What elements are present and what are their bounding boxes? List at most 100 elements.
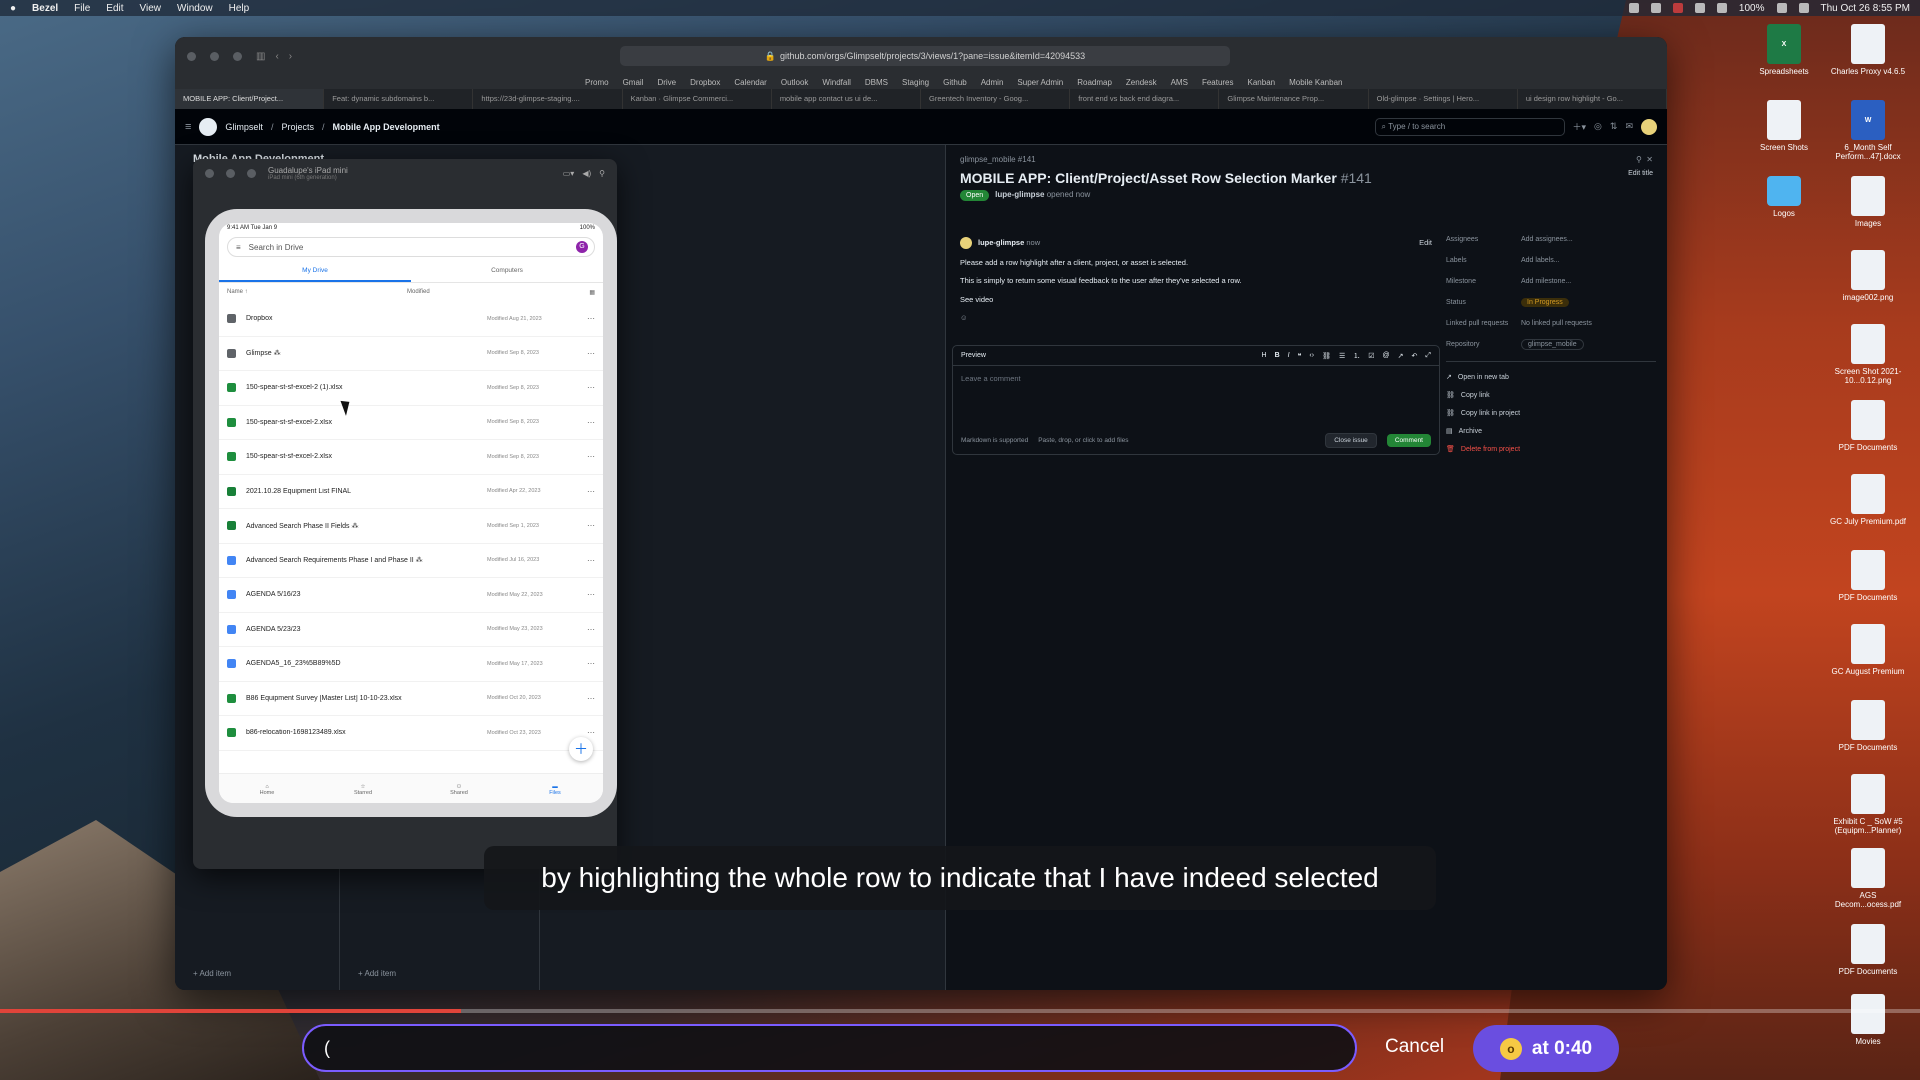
browser-tab[interactable]: front end vs back end diagra... bbox=[1070, 89, 1220, 109]
more-options-icon[interactable]: ⋯ bbox=[583, 349, 595, 358]
sidebar-labels[interactable]: Labels Add labels... bbox=[1446, 250, 1656, 271]
menu-view[interactable]: View bbox=[140, 3, 162, 14]
more-options-icon[interactable]: ⋯ bbox=[583, 521, 595, 530]
delete-from-project[interactable]: 🗑 Delete from project bbox=[1446, 440, 1656, 458]
desktop-item[interactable]: PDF Documents bbox=[1828, 924, 1908, 976]
desktop-item[interactable]: Logos bbox=[1744, 176, 1824, 218]
bookmark-item[interactable]: Calendar bbox=[734, 78, 766, 87]
more-options-icon[interactable]: ⋯ bbox=[583, 659, 595, 668]
nav-home[interactable]: ⌂ Home bbox=[219, 774, 315, 803]
desktop-item[interactable]: image002.png bbox=[1828, 250, 1908, 302]
copy-link-in-project[interactable]: ⛓ Copy link in project bbox=[1446, 404, 1656, 422]
bookmark-item[interactable]: Super Admin bbox=[1017, 78, 1063, 87]
more-options-icon[interactable]: ⋯ bbox=[583, 383, 595, 392]
reference-icon[interactable]: ↗ bbox=[1398, 352, 1404, 360]
copy-link[interactable]: ⛓ Copy link bbox=[1446, 386, 1656, 404]
list-item[interactable]: 150-spear-st-sf-excel-2 (1).xlsx Modified… bbox=[219, 371, 603, 406]
comment-text-input[interactable]: ( bbox=[302, 1024, 1357, 1072]
numbered-list-icon[interactable]: ⒈ bbox=[1353, 351, 1360, 361]
list-item[interactable]: b86-relocation-1698123489.xlsx Modified O… bbox=[219, 716, 603, 751]
list-item[interactable]: Advanced Search Phase II Fields ⁂ Modifie… bbox=[219, 509, 603, 544]
bookmark-item[interactable]: Kanban bbox=[1248, 78, 1276, 87]
volume-icon[interactable]: ◀) bbox=[582, 169, 591, 178]
browser-tab[interactable]: Glimpse Maintenance Prop... bbox=[1219, 89, 1369, 109]
browser-tab[interactable]: https://23d-glimpse-staging.... bbox=[473, 89, 623, 109]
mention-icon[interactable]: @ bbox=[1383, 352, 1390, 359]
see-video-link[interactable]: See video bbox=[960, 294, 1432, 305]
list-item[interactable]: AGENDA 5/23/23 Modified May 23, 2023 ⋯ bbox=[219, 613, 603, 647]
display-icon[interactable]: ▭▾ bbox=[563, 169, 575, 178]
sidebar-milestone[interactable]: Milestone Add milestone... bbox=[1446, 271, 1656, 292]
desktop-item[interactable]: Movies bbox=[1828, 994, 1908, 1046]
github-logo-icon[interactable] bbox=[199, 117, 218, 136]
more-options-icon[interactable]: ⋯ bbox=[583, 452, 595, 461]
bookmark-item[interactable]: Zendesk bbox=[1126, 78, 1157, 87]
sidebar-assignees[interactable]: Assignees Add assignees... bbox=[1446, 229, 1656, 250]
more-options-icon[interactable]: ⋯ bbox=[583, 418, 595, 427]
code-icon[interactable]: ‹› bbox=[1309, 352, 1314, 359]
menu-window[interactable]: Window bbox=[177, 3, 213, 14]
apple-icon[interactable]: ● bbox=[10, 3, 16, 14]
issue-author[interactable]: lupe-glimpse bbox=[995, 190, 1044, 199]
repo-reference[interactable]: glimpse_mobile #141 bbox=[960, 155, 1036, 164]
desktop-item[interactable]: GC July Premium.pdf bbox=[1828, 474, 1908, 526]
pin-icon[interactable]: ⚲ bbox=[599, 169, 605, 178]
sidebar-toggle-icon[interactable]: ▥ bbox=[256, 51, 265, 62]
heading-icon[interactable]: H bbox=[1262, 352, 1267, 359]
list-icon[interactable]: ☰ bbox=[1339, 352, 1345, 360]
ipad-mirror-window[interactable]: Guadalupe's iPad mini iPad mini (6th gene… bbox=[193, 159, 617, 869]
github-search[interactable]: ⌕ Type / to search bbox=[1374, 117, 1565, 136]
pin-icon[interactable]: ⚲ bbox=[1636, 155, 1642, 164]
bookmark-item[interactable]: Promo bbox=[585, 78, 609, 87]
close-issue-button[interactable]: Close issue bbox=[1325, 433, 1377, 448]
wifi-icon[interactable] bbox=[1776, 3, 1787, 13]
bookmark-item[interactable]: Features bbox=[1202, 78, 1234, 87]
desktop-item[interactable]: AGS Decom...ocess.pdf bbox=[1828, 848, 1908, 909]
browser-tab[interactable]: mobile app contact us ui de... bbox=[772, 89, 922, 109]
back-icon[interactable]: ‹ bbox=[275, 51, 278, 62]
desktop-item[interactable]: PDF Documents bbox=[1828, 700, 1908, 752]
sidebar-status[interactable]: Status In Progress bbox=[1446, 292, 1656, 313]
zoom-window-icon[interactable] bbox=[233, 51, 242, 61]
archive[interactable]: ▤ Archive bbox=[1446, 422, 1656, 440]
bookmark-item[interactable]: Dropbox bbox=[690, 78, 720, 87]
add-item-button[interactable]: + Add item bbox=[358, 969, 396, 978]
sidebar-repository[interactable]: Repository glimpse_mobile bbox=[1446, 334, 1656, 355]
tab-my-drive[interactable]: My Drive bbox=[219, 261, 411, 282]
browser-tab[interactable]: Old-glimpse · Settings | Hero... bbox=[1369, 89, 1518, 109]
bookmark-item[interactable]: Staging bbox=[902, 78, 929, 87]
list-item[interactable]: Dropbox Modified Aug 21, 2023 ⋯ bbox=[219, 302, 603, 337]
bluetooth-icon[interactable] bbox=[1716, 3, 1727, 13]
link-icon[interactable]: ⛓ bbox=[1322, 352, 1331, 360]
breadcrumb-projects[interactable]: Projects bbox=[281, 122, 314, 132]
avatar[interactable] bbox=[960, 237, 972, 249]
recording-progress[interactable] bbox=[0, 1009, 1920, 1013]
menu-icon[interactable]: ≡ bbox=[236, 243, 241, 252]
more-options-icon[interactable]: ⋯ bbox=[583, 487, 595, 496]
plus-icon[interactable]: ＋▾ bbox=[1573, 120, 1587, 133]
desktop-item[interactable]: GC August Premium bbox=[1828, 624, 1908, 676]
drive-search-input[interactable]: ≡ Search in Drive G bbox=[227, 237, 595, 257]
more-options-icon[interactable]: ⋯ bbox=[583, 625, 595, 634]
browser-tab[interactable]: Kanban · Glimpse Commerci... bbox=[623, 89, 772, 109]
preview-tab[interactable]: Preview bbox=[961, 352, 986, 359]
avatar[interactable] bbox=[1641, 118, 1657, 135]
bookmark-item[interactable]: AMS bbox=[1171, 78, 1188, 87]
desktop-item[interactable]: W 6_Month Self Perform...47].docx bbox=[1828, 100, 1908, 161]
browser-tab[interactable]: MOBILE APP: Client/Project... bbox=[175, 89, 325, 109]
grid-view-icon[interactable]: ▦ bbox=[589, 289, 595, 296]
desktop-item[interactable]: Exhibit C _ SoW #5 (Equipm...Planner) bbox=[1828, 774, 1908, 835]
list-item[interactable]: 150-spear-st-sf-excel-2.xlsx Modified Sep… bbox=[219, 406, 603, 440]
list-item[interactable]: AGENDA5_16_23%5B89%5D Modified May 17, 20… bbox=[219, 647, 603, 682]
desktop-item[interactable]: X Spreadsheets bbox=[1744, 24, 1824, 76]
inbox-icon[interactable]: ✉ bbox=[1625, 121, 1633, 132]
fullscreen-icon[interactable]: ⤢ bbox=[1425, 352, 1431, 360]
minimize-window-icon[interactable] bbox=[226, 168, 235, 178]
desktop-item[interactable]: Screen Shots bbox=[1744, 100, 1824, 152]
list-item[interactable]: B86 Equipment Survey [Master List] 10-10… bbox=[219, 682, 603, 716]
volume-icon[interactable] bbox=[1694, 3, 1705, 13]
bookmark-item[interactable]: Roadmap bbox=[1077, 78, 1112, 87]
pull-requests-icon[interactable]: ⇅ bbox=[1610, 121, 1618, 132]
cancel-button[interactable]: Cancel bbox=[1385, 1036, 1444, 1058]
close-icon[interactable]: ✕ bbox=[1646, 155, 1653, 164]
